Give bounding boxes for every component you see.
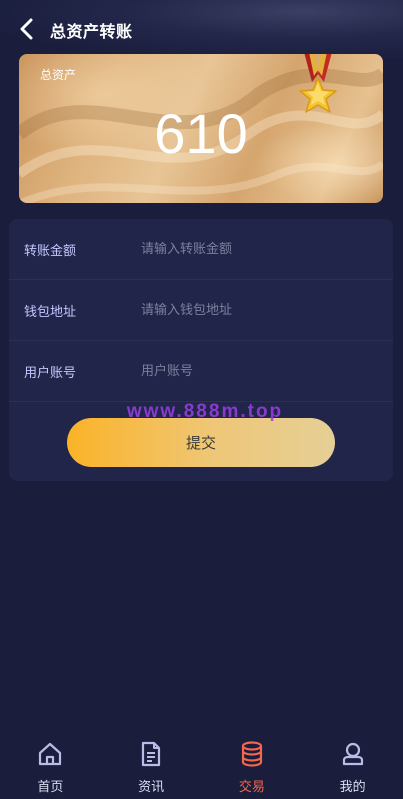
tab-trade[interactable]: 交易: [202, 732, 303, 799]
chevron-left-icon: [20, 18, 33, 40]
amount-row: 转账金额: [9, 219, 393, 280]
tab-mine-label: 我的: [339, 780, 366, 795]
wallet-address-input[interactable]: [141, 290, 393, 330]
wallet-address-row: 钱包地址: [9, 280, 393, 341]
bottom-tab-bar: 首页 资讯 交易 我的: [0, 732, 403, 799]
user-account-label: 用户账号: [24, 365, 77, 381]
amount-input[interactable]: [141, 229, 393, 269]
coins-icon: [241, 741, 262, 767]
tab-trade-label: 交易: [238, 780, 265, 795]
header: 总资产转账: [0, 0, 403, 58]
watermark: www.888m.top: [126, 401, 284, 422]
document-icon: [142, 741, 161, 767]
back-button[interactable]: [14, 16, 40, 42]
user-account-row: 用户账号: [9, 341, 393, 402]
total-asset-label: 总资产: [40, 68, 77, 82]
tab-home-label: 首页: [37, 780, 64, 795]
medal-icon: [299, 54, 337, 113]
tab-home[interactable]: 首页: [0, 732, 101, 799]
wallet-address-label: 钱包地址: [24, 304, 77, 320]
amount-label: 转账金额: [24, 243, 77, 259]
tab-news-label: 资讯: [138, 780, 165, 795]
user-icon: [342, 742, 363, 766]
total-asset-card: 总资产 610: [19, 54, 383, 203]
page-title: 总资产转账: [50, 22, 133, 41]
submit-button[interactable]: 提交: [67, 418, 335, 467]
tab-mine[interactable]: 我的: [302, 732, 403, 799]
tab-news[interactable]: 资讯: [101, 732, 202, 799]
home-icon: [39, 742, 62, 766]
user-account-input[interactable]: [141, 351, 393, 391]
